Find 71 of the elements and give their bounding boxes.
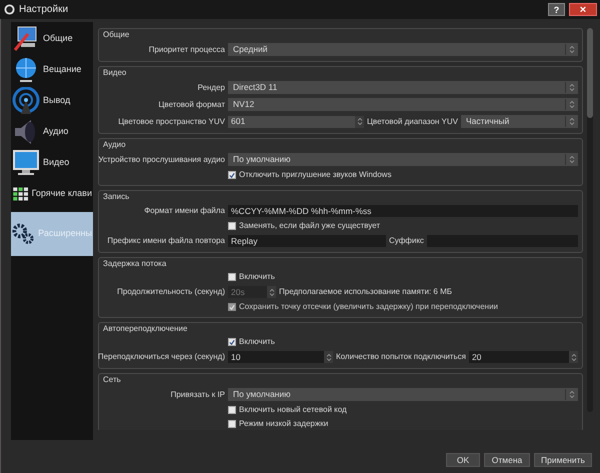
dialog-button[interactable]: Применить: [534, 453, 592, 467]
chevron-updown-icon: [569, 100, 575, 109]
sidebar-item[interactable]: Вывод: [11, 85, 93, 116]
dropdown[interactable]: NV12: [228, 98, 578, 111]
group-title: Общие: [103, 30, 130, 40]
field-label: Цветовой диапазон YUV: [367, 116, 458, 126]
sidebar-item[interactable]: Вещание: [11, 54, 93, 85]
group-title: Видео: [103, 68, 126, 78]
checkbox[interactable]: [228, 222, 236, 230]
spin-arrows-icon: [268, 288, 274, 296]
field-label: Рендер: [198, 82, 225, 92]
dropdown[interactable]: Частичный: [460, 115, 578, 128]
field-label: Устройство прослушивания аудио: [98, 154, 225, 164]
chevron-updown-icon: [569, 83, 575, 92]
sidebar-item[interactable]: Аудио: [11, 116, 93, 147]
dialog-button[interactable]: Отмена: [484, 453, 530, 467]
dropdown[interactable]: По умолчанию: [228, 388, 578, 401]
chevron-updown-icon: [569, 45, 575, 54]
broadcast-icon: [12, 86, 40, 114]
checkbox-label: Отключить приглушение звуков Windows: [239, 170, 392, 180]
checkbox[interactable]: [228, 171, 236, 179]
field-label: Цветовой формат: [158, 100, 225, 110]
dropdown[interactable]: Средний: [228, 43, 578, 56]
scrollbar[interactable]: [587, 28, 593, 412]
spin-box[interactable]: 601: [228, 116, 364, 128]
field-label: Переподключиться через (секунд): [98, 352, 225, 362]
chevron-updown-icon: [569, 390, 575, 399]
checkbox[interactable]: [228, 338, 236, 346]
group-title: Задержка потока: [103, 259, 166, 269]
chevron-updown-icon: [569, 155, 575, 164]
dropdown[interactable]: Direct3D 11: [228, 81, 578, 94]
app-logo-icon: [4, 4, 15, 15]
field-label: Предполагаемое использование памяти: 6 МБ: [279, 287, 452, 297]
text-field[interactable]: %CCYY-%MM-%DD %hh-%mm-%ss: [228, 205, 578, 217]
checkbox-label: Включить новый сетевой код: [239, 405, 347, 415]
group-title: Аудио: [103, 140, 126, 150]
field-label: Суффикс: [389, 236, 424, 246]
spin-box[interactable]: 10: [228, 351, 333, 363]
spin-arrows-icon: [326, 352, 332, 362]
sidebar-item[interactable]: Общие: [11, 23, 93, 54]
sidebar-item[interactable]: Видео: [11, 147, 93, 178]
window-title: Настройки: [19, 3, 68, 17]
field-label: Продолжительность (секунд): [117, 287, 225, 297]
field-label: Цветовое пространство YUV: [118, 116, 225, 126]
text-field[interactable]: Replay: [228, 235, 386, 247]
monitor-icon: [12, 148, 40, 176]
sidebar-item[interactable]: Горячие клави: [11, 178, 93, 209]
spin-box[interactable]: 20: [468, 351, 578, 363]
field-label: Формат имени файла: [144, 206, 225, 216]
close-button[interactable]: ×: [569, 3, 597, 16]
help-button[interactable]: ?: [548, 3, 565, 16]
field-label: Префикс имени файла повтора: [107, 236, 225, 246]
checkbox[interactable]: [228, 420, 236, 428]
checkbox-label: Заменять, если файл уже существует: [239, 221, 380, 231]
spin-arrows-icon: [570, 352, 576, 362]
checkbox-label: Режим низкой задержки: [239, 419, 328, 429]
checkbox[interactable]: [228, 273, 236, 281]
field-label: Количество попыток подключиться: [336, 352, 466, 362]
dialog-button[interactable]: OK: [446, 453, 480, 467]
field-label: Привязать к IP: [170, 390, 225, 400]
group-title: Сеть: [103, 375, 121, 385]
checkbox-label: Включить: [239, 337, 275, 347]
checkbox[interactable]: [228, 406, 236, 414]
checkbox-label: Включить: [239, 272, 275, 282]
group-title: Автопереподключение: [103, 324, 188, 334]
checkbox-label: Сохранить точку отсечки (увеличить задержку) при переподключении: [239, 302, 498, 312]
spin-arrows-icon: [356, 117, 362, 126]
dropdown[interactable]: По умолчанию: [228, 153, 578, 166]
group-title: Запись: [103, 192, 130, 202]
field-label: Приоритет процесса: [148, 44, 225, 54]
chevron-updown-icon: [569, 117, 575, 126]
